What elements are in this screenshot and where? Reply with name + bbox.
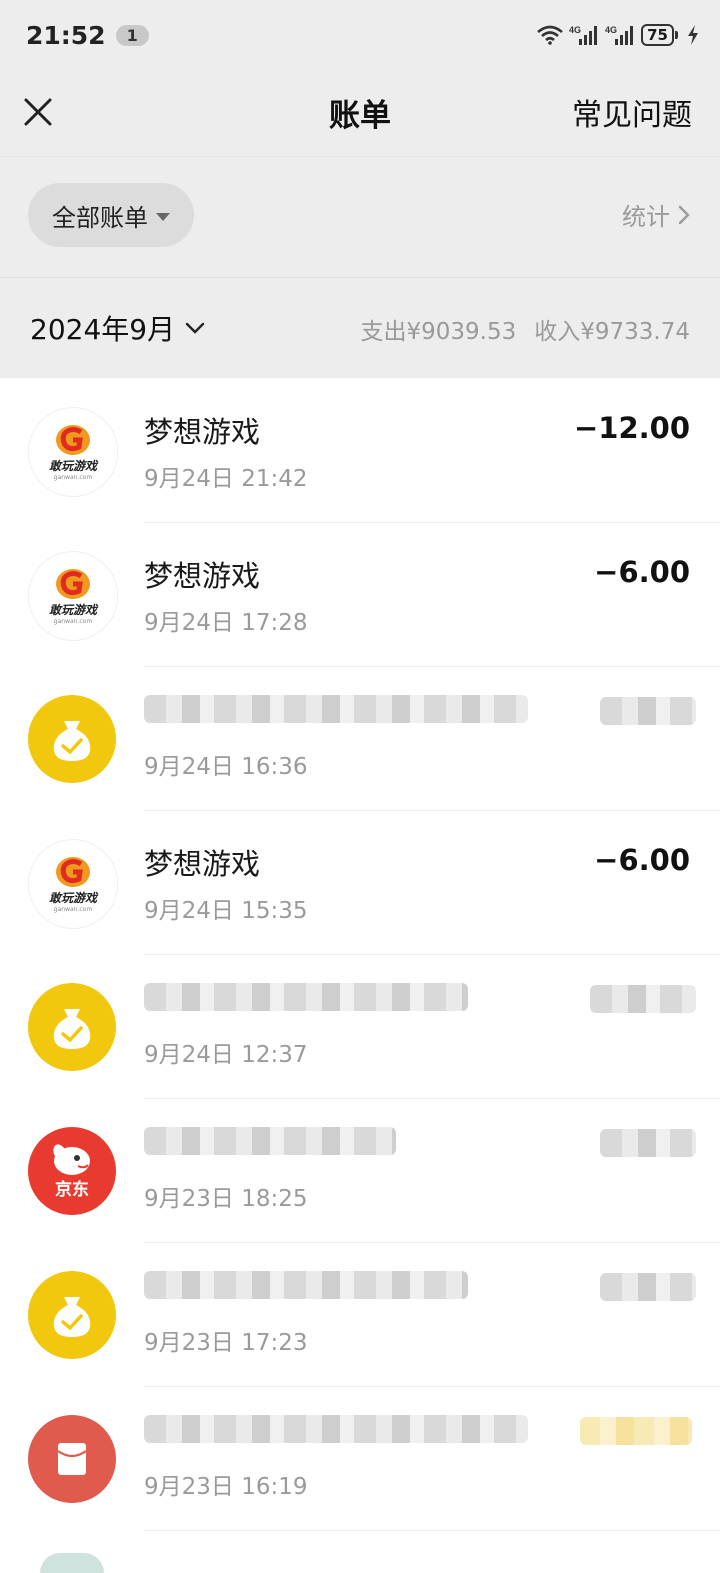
nav-bar: 账单 常见问题 [0,70,720,157]
money-bag-icon [28,695,116,783]
bill-filter-dropdown[interactable]: 全部账单 [28,183,194,247]
month-selector[interactable]: 2024年9月 [30,308,205,348]
blurred-merchant [144,1415,528,1443]
transaction-row[interactable]: 京东 9月23日 18:25 [0,1099,720,1243]
transaction-row[interactable]: 9月24日 12:37 [0,955,720,1099]
stats-label: 统计 [622,203,670,231]
transaction-time: 9月24日 15:35 [144,898,308,924]
g-mark-icon [56,857,90,887]
g-mark-icon [56,425,90,455]
status-icons: 4G 4G 75 [537,24,700,46]
bag-check-icon [53,1297,91,1337]
jd-dog-icon [53,1143,90,1175]
transaction-time: 9月24日 16:36 [144,754,308,780]
transaction-amount: −6.00 [594,555,690,589]
filter-bar: 全部账单 统计 [0,157,720,278]
transaction-time: 9月24日 17:28 [144,610,308,636]
transaction-amount: −12.00 [573,411,690,445]
transaction-row[interactable]: 9月23日 16:19 [0,1387,720,1531]
month-label: 2024年9月 [30,313,176,346]
status-time: 21:52 [26,20,106,50]
blurred-amount [580,1417,692,1445]
charging-bolt-icon [688,25,698,45]
next-row-peek [0,1531,720,1573]
month-income: 收入¥9733.74 [534,319,690,345]
stats-link[interactable]: 统计 [622,197,690,232]
month-header: 2024年9月 支出¥9039.53 收入¥9733.74 [0,278,720,378]
money-bag-icon [28,1271,116,1359]
jd-logo-icon: 京东 [28,1127,116,1215]
status-bar: 21:52 1 4G 4G 75 [0,0,720,70]
faq-link[interactable]: 常见问题 [572,90,692,134]
blurred-merchant [144,1271,468,1299]
battery-indicator: 75 [641,24,678,46]
signal-4g-label-1: 4G [569,25,581,35]
game-logo-text: 敢玩游戏 [48,891,97,905]
transaction-time: 9月23日 16:19 [144,1474,308,1500]
chevron-right-icon [678,205,690,224]
envelope-icon [57,1443,87,1475]
caret-down-icon [156,212,170,221]
merchant-name: 梦想游戏 [144,847,261,881]
blurred-amount [590,985,696,1013]
signal-4g-label-2: 4G [605,25,617,35]
g-mark-icon [56,569,90,599]
signal-4g-icon-1: 4G [569,25,598,45]
transaction-list: 敢玩游戏 ganwan.com 梦想游戏 9月24日 21:42 −12.00 … [0,379,720,1531]
blurred-merchant [144,983,468,1011]
transaction-time: 9月23日 17:23 [144,1330,308,1356]
blurred-merchant [144,695,528,723]
bag-check-icon [53,1009,91,1049]
gaming-logo-icon: 敢玩游戏 ganwan.com [28,407,118,497]
game-logo-text: 敢玩游戏 [48,603,97,617]
wifi-icon [537,25,563,45]
partial-avatar [40,1553,104,1573]
month-summary: 支出¥9039.53 收入¥9733.74 [361,312,691,346]
merchant-name: 梦想游戏 [144,559,261,593]
game-logo-sub: ganwan.com [53,906,93,913]
transaction-time: 9月24日 21:42 [144,466,308,492]
signal-4g-icon-2: 4G [605,25,634,45]
blurred-merchant [144,1127,396,1155]
bill-filter-label: 全部账单 [52,203,148,232]
notification-badge: 1 [115,24,149,46]
transaction-row[interactable]: 敢玩游戏 ganwan.com 梦想游戏 9月24日 17:28 −6.00 [0,523,720,667]
game-logo-text: 敢玩游戏 [48,459,97,473]
game-logo-sub: ganwan.com [53,474,93,481]
transaction-time: 9月24日 12:37 [144,1042,308,1068]
transaction-row[interactable]: 9月24日 16:36 [0,667,720,811]
blurred-amount [600,1273,696,1301]
month-expense: 支出¥9039.53 [360,319,517,345]
merchant-name: 梦想游戏 [144,415,261,449]
chevron-down-icon [185,322,205,334]
bag-check-icon [53,721,91,761]
game-logo-sub: ganwan.com [53,618,93,625]
gaming-logo-icon: 敢玩游戏 ganwan.com [28,551,118,641]
transaction-row[interactable]: 敢玩游戏 ganwan.com 梦想游戏 9月24日 21:42 −12.00 [0,379,720,523]
transaction-amount: −6.00 [594,843,690,877]
transaction-time: 9月23日 18:25 [144,1186,308,1212]
money-bag-icon [28,983,116,1071]
blurred-amount [600,1129,696,1157]
transaction-row[interactable]: 敢玩游戏 ganwan.com 梦想游戏 9月24日 15:35 −6.00 [0,811,720,955]
red-packet-icon [28,1415,116,1503]
gaming-logo-icon: 敢玩游戏 ganwan.com [28,839,118,929]
jd-logo-text: 京东 [55,1179,89,1200]
transaction-row[interactable]: 9月23日 17:23 [0,1243,720,1387]
blurred-amount [600,697,696,725]
